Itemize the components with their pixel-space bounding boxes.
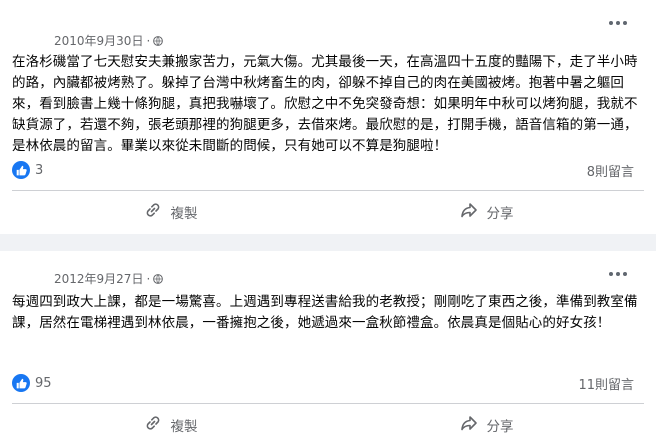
comment-count[interactable]: 11則留言 [578, 374, 634, 393]
copy-label: 複製 [170, 419, 198, 435]
post-text: 每週四到政大上課，都是一場驚喜。上週遇到專程送書給我的老教授；剛剛吃了東西之後，… [12, 294, 638, 331]
globe-icon [153, 272, 164, 286]
like-count: 95 [35, 375, 52, 391]
more-options-button[interactable] [608, 16, 628, 30]
link-icon [143, 200, 163, 224]
globe-icon [153, 34, 164, 48]
link-icon [143, 413, 163, 437]
reactions[interactable]: 95 [12, 374, 52, 392]
copy-button[interactable]: 複製 [12, 407, 328, 443]
share-button[interactable]: 分享 [328, 194, 644, 230]
more-dot-icon [616, 272, 620, 276]
share-label: 分享 [486, 206, 514, 222]
post-meta: 2012年9月27日 · [54, 270, 164, 287]
post-date[interactable]: 2012年9月27日 [54, 270, 143, 287]
post-actions: 複製 分享 [12, 407, 644, 443]
like-count: 3 [35, 162, 44, 178]
comment-count[interactable]: 8則留言 [587, 161, 634, 180]
post-card: 2012年9月27日 · 每週四到政大上課，都是一場驚喜。上週遇到專程送書給我的… [0, 251, 656, 443]
meta-separator: · [146, 33, 151, 48]
share-label: 分享 [486, 419, 514, 435]
more-options-button[interactable] [608, 267, 628, 281]
share-icon [459, 200, 479, 224]
post-date[interactable]: 2010年9月30日 [54, 32, 143, 49]
post-meta: 2010年9月30日 · [54, 32, 164, 49]
more-dot-icon [623, 272, 627, 276]
post-stats: 95 11則留言 [12, 373, 634, 393]
share-icon [459, 413, 479, 437]
post-card: 2010年9月30日 · 在洛杉磯當了七天慰安夫兼搬家苦力，元氣大傷。尤其最後一… [0, 0, 656, 234]
copy-label: 複製 [170, 206, 198, 222]
copy-button[interactable]: 複製 [12, 194, 328, 230]
post-stats: 3 8則留言 [12, 160, 634, 180]
meta-separator: · [146, 271, 151, 286]
like-icon [12, 374, 30, 392]
reactions[interactable]: 3 [12, 161, 43, 179]
more-dot-icon [609, 272, 613, 276]
more-dot-icon [623, 21, 627, 25]
share-button[interactable]: 分享 [328, 407, 644, 443]
post-text: 在洛杉磯當了七天慰安夫兼搬家苦力，元氣大傷。尤其最後一天，在高溫四十五度的豔陽下… [12, 54, 638, 154]
divider [12, 403, 644, 404]
more-dot-icon [616, 21, 620, 25]
divider [12, 190, 644, 191]
post-actions: 複製 分享 [12, 194, 644, 230]
more-dot-icon [609, 21, 613, 25]
like-icon [12, 161, 30, 179]
